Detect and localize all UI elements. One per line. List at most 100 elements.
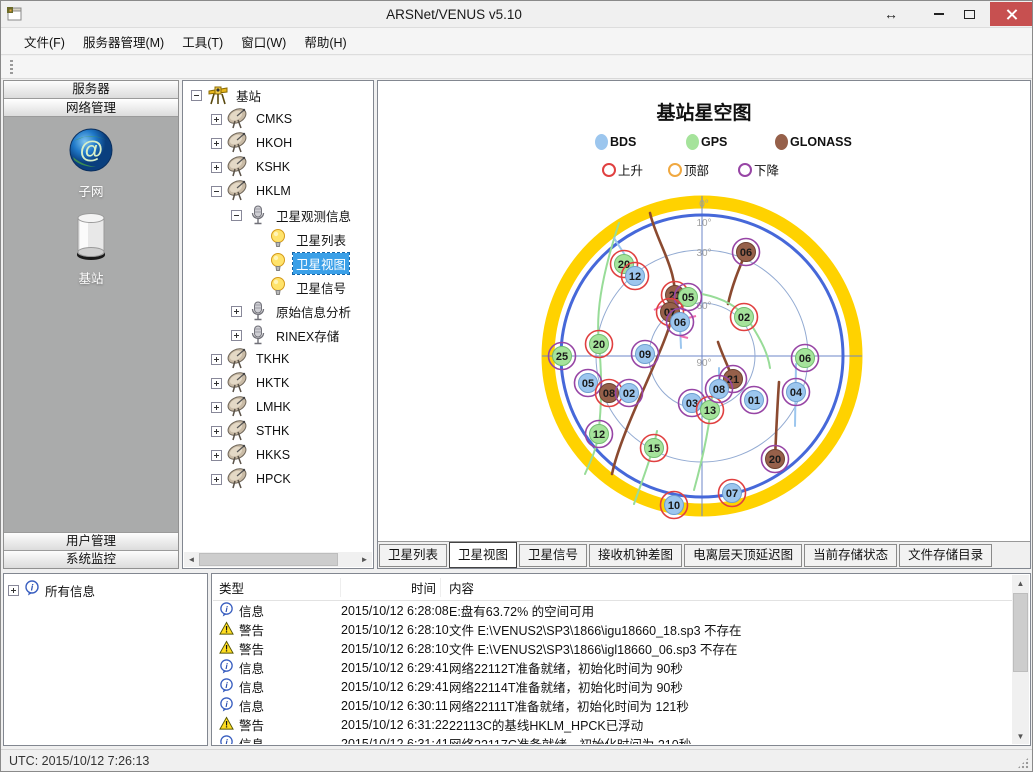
expander-plus-icon[interactable] xyxy=(231,330,242,341)
tree-node[interactable]: HKTK xyxy=(185,371,371,395)
tree-node[interactable]: HKLM xyxy=(185,179,371,203)
tree-node-label[interactable]: HKKS xyxy=(253,447,293,463)
tree-node-label[interactable]: 原始信息分析 xyxy=(273,301,354,322)
scrollbar-track[interactable] xyxy=(199,552,357,567)
tree-node-label[interactable]: STHK xyxy=(253,423,292,439)
menu-item[interactable]: 帮助(H) xyxy=(295,28,355,55)
log-row[interactable]: i信息2015/10/12 6:31:41网络22117C准备就绪，初始化时间为… xyxy=(213,734,1012,744)
tree-node[interactable]: KSHK xyxy=(185,155,371,179)
tree-node[interactable]: 卫星视图 xyxy=(185,251,371,275)
tree-node[interactable]: 原始信息分析 xyxy=(185,299,371,323)
maximize-button[interactable] xyxy=(954,3,984,25)
expander-plus-icon[interactable] xyxy=(211,450,222,461)
log-row[interactable]: i信息2015/10/12 6:29:41网络22112T准备就绪，初始化时间为… xyxy=(213,658,1012,677)
toolbar-grip-icon[interactable] xyxy=(10,60,13,74)
expander-plus-icon[interactable] xyxy=(211,354,222,365)
sidebar-shortcut-label: 基站 xyxy=(78,268,103,287)
log-row[interactable]: !警告2015/10/12 6:28:10文件 E:\VENUS2\SP3\18… xyxy=(213,620,1012,639)
expander-minus-icon[interactable] xyxy=(211,186,222,197)
tree-node-label[interactable]: CMKS xyxy=(253,111,295,127)
sidebar-shortcut-subnet[interactable]: @子网 xyxy=(4,127,178,200)
scroll-left-icon[interactable]: ◄ xyxy=(184,552,199,567)
expander-minus-icon[interactable] xyxy=(231,210,242,221)
tree-node-label[interactable]: HKLM xyxy=(253,183,294,199)
utc-time-text: UTC: 2015/10/12 7:26:13 xyxy=(9,754,149,768)
tree-node[interactable]: TKHK xyxy=(185,347,371,371)
log-row[interactable]: i信息2015/10/12 6:28:08E:盘有63.72% 的空间可用 xyxy=(213,601,1012,620)
status-bar: UTC: 2015/10/12 7:26:13 xyxy=(1,749,1032,772)
tree-node-label[interactable]: HKTK xyxy=(253,375,292,391)
tree-node-label[interactable]: 卫星信号 xyxy=(293,277,349,298)
scroll-right-icon[interactable]: ► xyxy=(357,552,372,567)
tree-node-label[interactable]: RINEX存储 xyxy=(273,325,342,346)
expander-minus-icon[interactable] xyxy=(191,90,202,101)
log-row[interactable]: i信息2015/10/12 6:30:11网络22111T准备就绪，初始化时间为… xyxy=(213,696,1012,715)
expander-plus-icon[interactable] xyxy=(211,114,222,125)
log-row[interactable]: !警告2015/10/12 6:31:2222113C的基线HKLM_HPCK已… xyxy=(213,715,1012,734)
tree-node[interactable]: 卫星列表 xyxy=(185,227,371,251)
sidebar-button[interactable]: 用户管理 xyxy=(4,532,178,550)
menu-item[interactable]: 工具(T) xyxy=(173,28,232,55)
sidebar-button[interactable]: 网络管理 xyxy=(4,99,178,117)
message-tree-root[interactable]: i 所有信息 xyxy=(4,574,207,607)
expander-plus-icon[interactable] xyxy=(211,378,222,389)
elevation-label: 0° xyxy=(699,199,709,210)
expander-plus-icon[interactable] xyxy=(211,474,222,485)
resize-grip-icon[interactable] xyxy=(1017,757,1029,769)
sidebar-shortcut-station[interactable]: 基站 xyxy=(4,210,178,287)
tree-node[interactable]: 卫星信号 xyxy=(185,275,371,299)
tab-电离层天顶延迟图[interactable]: 电离层天顶延迟图 xyxy=(684,544,802,567)
tree-node[interactable]: HKKS xyxy=(185,443,371,467)
scrollbar-thumb[interactable] xyxy=(199,553,338,566)
tree-node[interactable]: CMKS xyxy=(185,107,371,131)
title-bar: ARSNet/VENUS v5.10 ↔ xyxy=(1,1,1032,27)
scrollbar-thumb[interactable] xyxy=(1013,593,1028,672)
tab-卫星视图[interactable]: 卫星视图 xyxy=(449,542,517,568)
tree-node-label[interactable]: LMHK xyxy=(253,399,294,415)
scroll-up-icon[interactable]: ▲ xyxy=(1012,575,1029,591)
menu-item[interactable]: 窗口(W) xyxy=(232,28,295,55)
tree-node-label[interactable]: 基站 xyxy=(233,85,264,106)
minimize-button[interactable] xyxy=(924,3,954,25)
tree-node-label[interactable]: 卫星列表 xyxy=(293,229,349,250)
tab-卫星信号[interactable]: 卫星信号 xyxy=(519,544,587,567)
expander-plus-icon[interactable] xyxy=(211,138,222,149)
expander-plus-icon[interactable] xyxy=(231,306,242,317)
tree-node[interactable]: 卫星观测信息 xyxy=(185,203,371,227)
tab-当前存储状态[interactable]: 当前存储状态 xyxy=(804,544,897,567)
tree-node-label[interactable]: TKHK xyxy=(253,351,292,367)
tree-node-label[interactable]: KSHK xyxy=(253,159,293,175)
scroll-down-icon[interactable]: ▼ xyxy=(1012,728,1029,744)
tree-node-label[interactable]: HPCK xyxy=(253,471,294,487)
tab-文件存储目录[interactable]: 文件存储目录 xyxy=(899,544,992,567)
expander-plus-icon[interactable] xyxy=(211,162,222,173)
restore-arrows-icon[interactable]: ↔ xyxy=(884,6,898,22)
tree-node[interactable]: HPCK xyxy=(185,467,371,491)
tree-node[interactable]: STHK xyxy=(185,419,371,443)
tab-接收机钟差图[interactable]: 接收机钟差图 xyxy=(589,544,682,567)
sidebar-button[interactable]: 服务器 xyxy=(4,81,178,99)
expander-plus-icon[interactable] xyxy=(8,585,19,596)
log-header-type[interactable]: 类型 xyxy=(213,578,341,597)
log-vertical-scrollbar[interactable]: ▲ ▼ xyxy=(1012,575,1029,744)
tree-node[interactable]: LMHK xyxy=(185,395,371,419)
menu-item[interactable]: 服务器管理(M) xyxy=(74,28,173,55)
log-row[interactable]: !警告2015/10/12 6:28:10文件 E:\VENUS2\SP3\18… xyxy=(213,639,1012,658)
expander-plus-icon[interactable] xyxy=(211,426,222,437)
scrollbar-track[interactable] xyxy=(1012,591,1029,728)
log-row[interactable]: i信息2015/10/12 6:29:41网络22114T准备就绪，初始化时间为… xyxy=(213,677,1012,696)
log-header-content[interactable]: 内容 xyxy=(441,578,1012,597)
menu-item[interactable]: 文件(F) xyxy=(15,28,74,55)
log-header-time[interactable]: 时间 xyxy=(341,578,441,597)
tree-node-label[interactable]: 卫星观测信息 xyxy=(273,205,354,226)
tree-horizontal-scrollbar[interactable]: ◄ ► xyxy=(184,552,372,567)
close-button[interactable] xyxy=(990,2,1032,26)
tree-node[interactable]: HKOH xyxy=(185,131,371,155)
expander-plus-icon[interactable] xyxy=(211,402,222,413)
tree-node-label[interactable]: HKOH xyxy=(253,135,295,151)
tab-卫星列表[interactable]: 卫星列表 xyxy=(379,544,447,567)
tree-node[interactable]: 基站 xyxy=(185,83,371,107)
sidebar-button[interactable]: 系统监控 xyxy=(4,550,178,568)
tree-node-label[interactable]: 卫星视图 xyxy=(293,253,349,274)
tree-node[interactable]: RINEX存储 xyxy=(185,323,371,347)
